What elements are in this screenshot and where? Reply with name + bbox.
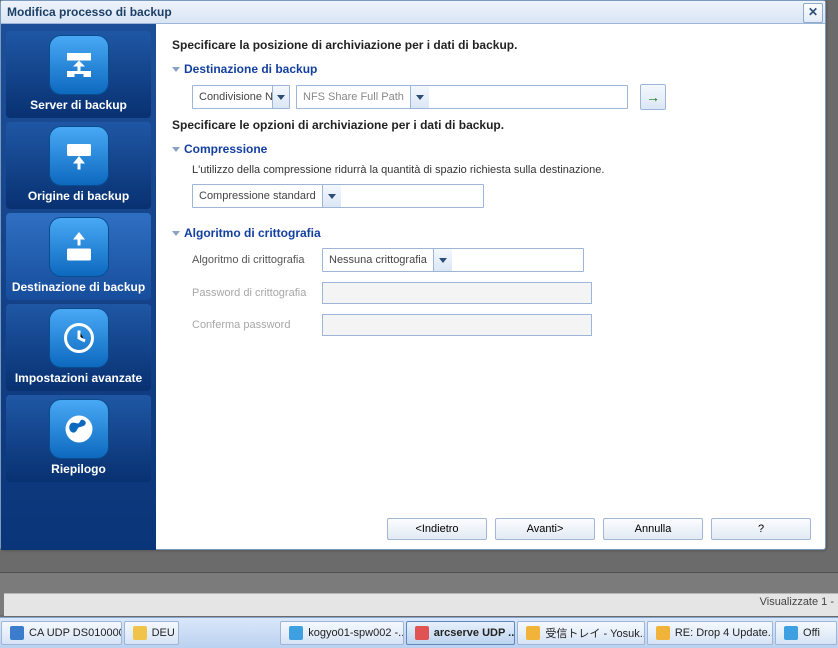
section-encryption-header[interactable]: Algoritmo di crittografia bbox=[172, 226, 809, 240]
folder-icon bbox=[133, 626, 147, 640]
page-heading-1: Specificare la posizione di archiviazion… bbox=[172, 38, 809, 52]
encryption-algorithm-label: Algoritmo di crittografia bbox=[192, 254, 322, 266]
globe-icon bbox=[49, 399, 109, 459]
windows-taskbar: CA UDP DS010000 DEU kogyo01-spw002 -... … bbox=[0, 617, 838, 648]
taskbar-item[interactable]: Offi bbox=[775, 621, 837, 645]
sidebar-item-backup-source[interactable]: Origine di backup bbox=[6, 122, 151, 209]
collapse-icon bbox=[172, 231, 180, 236]
cancel-button[interactable]: Annulla bbox=[603, 518, 703, 540]
drive-down-icon bbox=[49, 126, 109, 186]
sidebar-item-label: Impostazioni avanzate bbox=[8, 372, 149, 385]
chevron-down-icon bbox=[272, 86, 289, 108]
app-icon bbox=[10, 626, 24, 640]
dialog-titlebar: Modifica processo di backup ✕ bbox=[1, 1, 825, 24]
app-icon bbox=[784, 626, 798, 640]
taskbar-label: 受信トレイ - Yosuk... bbox=[545, 625, 644, 641]
taskbar-item[interactable]: DEU bbox=[124, 621, 180, 645]
taskbar-label: CA UDP DS010000 bbox=[29, 627, 122, 639]
app-icon bbox=[289, 626, 303, 640]
backup-process-dialog: Modifica processo di backup ✕ Server di … bbox=[0, 0, 826, 550]
chevron-down-icon bbox=[433, 249, 452, 271]
taskbar-label: arcserve UDP ... bbox=[434, 627, 516, 639]
taskbar-item[interactable]: RE: Drop 4 Update... bbox=[647, 621, 773, 645]
sidebar-item-advanced-settings[interactable]: Impostazioni avanzate bbox=[6, 304, 151, 391]
section-title: Compressione bbox=[184, 142, 267, 156]
network-icon bbox=[49, 35, 109, 95]
help-button[interactable]: ? bbox=[711, 518, 811, 540]
section-destination-header[interactable]: Destinazione di backup bbox=[172, 62, 809, 76]
dialog-title: Modifica processo di backup bbox=[7, 5, 172, 19]
taskbar-label: DEU bbox=[152, 627, 175, 639]
background-area: Visualizzate 1 - bbox=[0, 572, 838, 615]
taskbar-label: RE: Drop 4 Update... bbox=[675, 627, 773, 639]
next-button[interactable]: Avanti> bbox=[495, 518, 595, 540]
sidebar-item-summary[interactable]: Riepilogo bbox=[6, 395, 151, 482]
arrow-right-icon: → bbox=[646, 89, 660, 105]
sidebar-item-label: Riepilogo bbox=[8, 463, 149, 476]
combo-placeholder: NFS Share Full Path bbox=[297, 91, 410, 103]
chevron-down-icon bbox=[322, 185, 341, 207]
encryption-password-field bbox=[322, 282, 592, 304]
compression-combo[interactable]: Compressione standard bbox=[192, 184, 484, 208]
sidebar-item-label: Server di backup bbox=[8, 99, 149, 112]
connect-button[interactable]: → bbox=[640, 84, 666, 110]
wizard-content: Specificare la posizione di archiviazion… bbox=[156, 24, 825, 550]
taskbar-item[interactable]: arcserve UDP ... bbox=[406, 621, 516, 645]
taskbar-label: kogyo01-spw002 -... bbox=[308, 627, 403, 639]
chevron-down-icon bbox=[410, 86, 429, 108]
encryption-password-label: Password di crittografia bbox=[192, 287, 322, 299]
sidebar-item-backup-destination[interactable]: Destinazione di backup bbox=[6, 213, 151, 300]
compression-description: L'utilizzo della compressione ridurrà la… bbox=[192, 164, 809, 176]
sidebar-item-backup-server[interactable]: Server di backup bbox=[6, 31, 151, 118]
wizard-sidebar: Server di backup Origine di backup Desti… bbox=[1, 24, 156, 550]
mail-icon bbox=[656, 626, 670, 640]
section-title: Algoritmo di crittografia bbox=[184, 226, 321, 240]
combo-value: Condivisione N bbox=[193, 91, 272, 103]
destination-type-combo[interactable]: Condivisione N bbox=[192, 85, 290, 109]
taskbar-item[interactable]: kogyo01-spw002 -... bbox=[280, 621, 403, 645]
drive-into-icon bbox=[49, 217, 109, 277]
mail-icon bbox=[526, 626, 540, 640]
back-button[interactable]: <Indietro bbox=[387, 518, 487, 540]
status-bar: Visualizzate 1 - bbox=[4, 593, 838, 616]
confirm-password-field bbox=[322, 314, 592, 336]
wizard-footer: <Indietro Avanti> Annulla ? bbox=[387, 518, 811, 540]
destination-path-combo[interactable]: NFS Share Full Path bbox=[296, 85, 628, 109]
sidebar-item-label: Origine di backup bbox=[8, 190, 149, 203]
chrome-icon bbox=[415, 626, 429, 640]
taskbar-item[interactable]: CA UDP DS010000 bbox=[1, 621, 122, 645]
status-text: Visualizzate 1 - bbox=[760, 596, 834, 608]
clock-icon bbox=[49, 308, 109, 368]
close-button[interactable]: ✕ bbox=[803, 3, 823, 23]
taskbar-item[interactable]: 受信トレイ - Yosuk... bbox=[517, 621, 644, 645]
confirm-password-label: Conferma password bbox=[192, 319, 322, 331]
collapse-icon bbox=[172, 67, 180, 72]
combo-value: Nessuna crittografia bbox=[323, 254, 433, 266]
sidebar-item-label: Destinazione di backup bbox=[8, 281, 149, 294]
section-title: Destinazione di backup bbox=[184, 62, 317, 76]
collapse-icon bbox=[172, 147, 180, 152]
combo-value: Compressione standard bbox=[193, 190, 322, 202]
section-compression-header[interactable]: Compressione bbox=[172, 142, 809, 156]
taskbar-label: Offi bbox=[803, 627, 820, 639]
encryption-algorithm-combo[interactable]: Nessuna crittografia bbox=[322, 248, 584, 272]
page-heading-2: Specificare le opzioni di archiviazione … bbox=[172, 118, 809, 132]
